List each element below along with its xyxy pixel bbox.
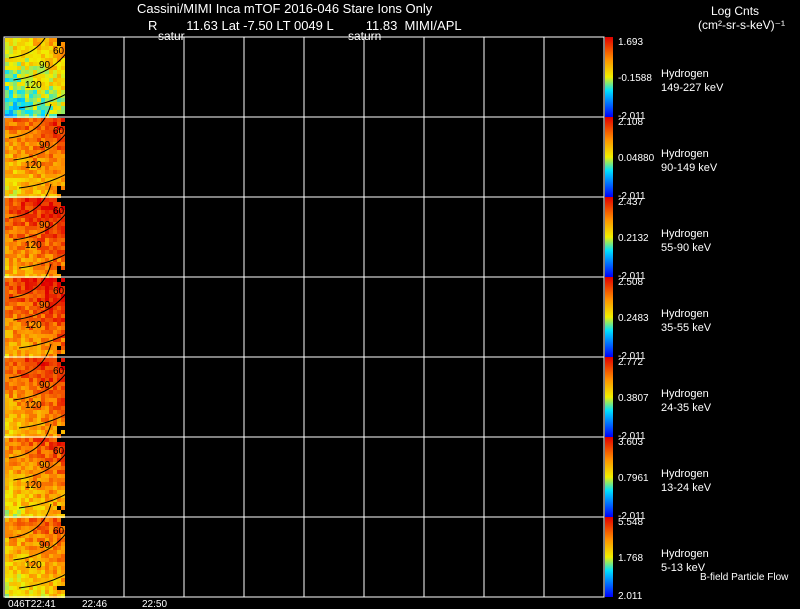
colorbar-max: 2.108 (618, 117, 643, 128)
panel-7: 6090 120 5.548 1.768 2.011 Hydrogen 5-13 keV (3, 503, 709, 602)
contour-label: 90 (39, 60, 51, 71)
energy-label: 13-24 keV (661, 482, 712, 494)
contour-label: 60 (53, 126, 65, 137)
contour-label: 120 (25, 240, 42, 251)
colorbar-max: 3.603 (618, 437, 643, 448)
colorbar (605, 357, 613, 437)
colorbar-max: 1.693 (618, 37, 643, 48)
panel-6: 60901203.6030.7961-2.011Hydrogen13-24 ke… (3, 423, 712, 522)
species-label: Hydrogen (661, 548, 709, 560)
contour-label: 60 (53, 526, 65, 537)
colorbar (605, 197, 613, 277)
energy-label: 5-13 keV (661, 562, 706, 574)
contour-label: 90 (39, 140, 51, 151)
species-label: Hydrogen (661, 68, 709, 80)
contour-label: 120 (25, 80, 42, 91)
contour-label: 120 (25, 400, 42, 411)
chart-area: 60901201.693-0.1588-2.011Hydrogen149-227… (3, 23, 724, 609)
species-label: Hydrogen (661, 228, 709, 240)
contour-label: 90 (39, 460, 51, 471)
energy-label: 55-90 keV (661, 242, 712, 254)
colorbar-mid: 0.2483 (618, 313, 649, 324)
colorbar (605, 517, 613, 597)
panel-5: 60901202.7720.3807-2.011Hydrogen24-35 ke… (3, 343, 712, 442)
species-label: Hydrogen (661, 148, 709, 160)
colorbar-mid: 0.04880 (618, 153, 655, 164)
contour-label: 90 (39, 220, 51, 231)
contour-label: 60 (53, 286, 65, 297)
species-label: Hydrogen (661, 388, 709, 400)
colorbar-max: 2.437 (618, 197, 643, 208)
panel-2: 60901202.1080.04880-2.011Hydrogen90-149 … (3, 103, 718, 202)
contour-label: 120 (25, 560, 42, 571)
colorbar-mid: 0.3807 (618, 393, 649, 404)
footer-note: B-field Particle Flow (700, 572, 789, 583)
colorbar-min: 2.011 (618, 591, 643, 602)
colorbar (605, 117, 613, 197)
species-label: Hydrogen (661, 308, 709, 320)
colorbar-max: 5.548 (618, 517, 643, 528)
contour-label: 120 (25, 320, 42, 331)
energy-label: 35-55 keV (661, 322, 712, 334)
contour-label: 60 (53, 46, 65, 57)
colorbar-mid: 0.7961 (618, 473, 649, 484)
colorbar-max: 2.772 (618, 357, 643, 368)
colorbar-mid: 0.2132 (618, 233, 649, 244)
contour-label: 90 (39, 540, 51, 551)
colorbar-mid: 1.768 (618, 553, 643, 564)
species-label: Hydrogen (661, 468, 709, 480)
x-tick-label: 22:50 (142, 599, 167, 609)
panel-1: 60901201.693-0.1588-2.011Hydrogen149-227… (3, 23, 724, 122)
panel-4: 60901202.5080.2483-2.011Hydrogen35-55 ke… (3, 263, 712, 362)
energy-label: 24-35 keV (661, 402, 712, 414)
contour-label: 90 (39, 300, 51, 311)
colorbar-max: 2.508 (618, 277, 643, 288)
energy-label: 149-227 keV (661, 82, 724, 94)
contour-label: 120 (25, 160, 42, 171)
colorbar-mid: -0.1588 (618, 73, 652, 84)
colorbar (605, 277, 613, 357)
x-tick-label: 22:46 (82, 599, 107, 609)
colorbar (605, 37, 613, 117)
contour-label: 120 (25, 480, 42, 491)
contour-label: 60 (53, 206, 65, 217)
x-tick-label: 046T22:41 (8, 599, 56, 609)
panel-3: 60901202.4370.2132-2.011Hydrogen55-90 ke… (3, 183, 712, 282)
contour-label: 60 (53, 366, 65, 377)
colorbar (605, 437, 613, 517)
contour-label: 90 (39, 380, 51, 391)
contour-label: 60 (53, 446, 65, 457)
energy-label: 90-149 keV (661, 162, 718, 174)
